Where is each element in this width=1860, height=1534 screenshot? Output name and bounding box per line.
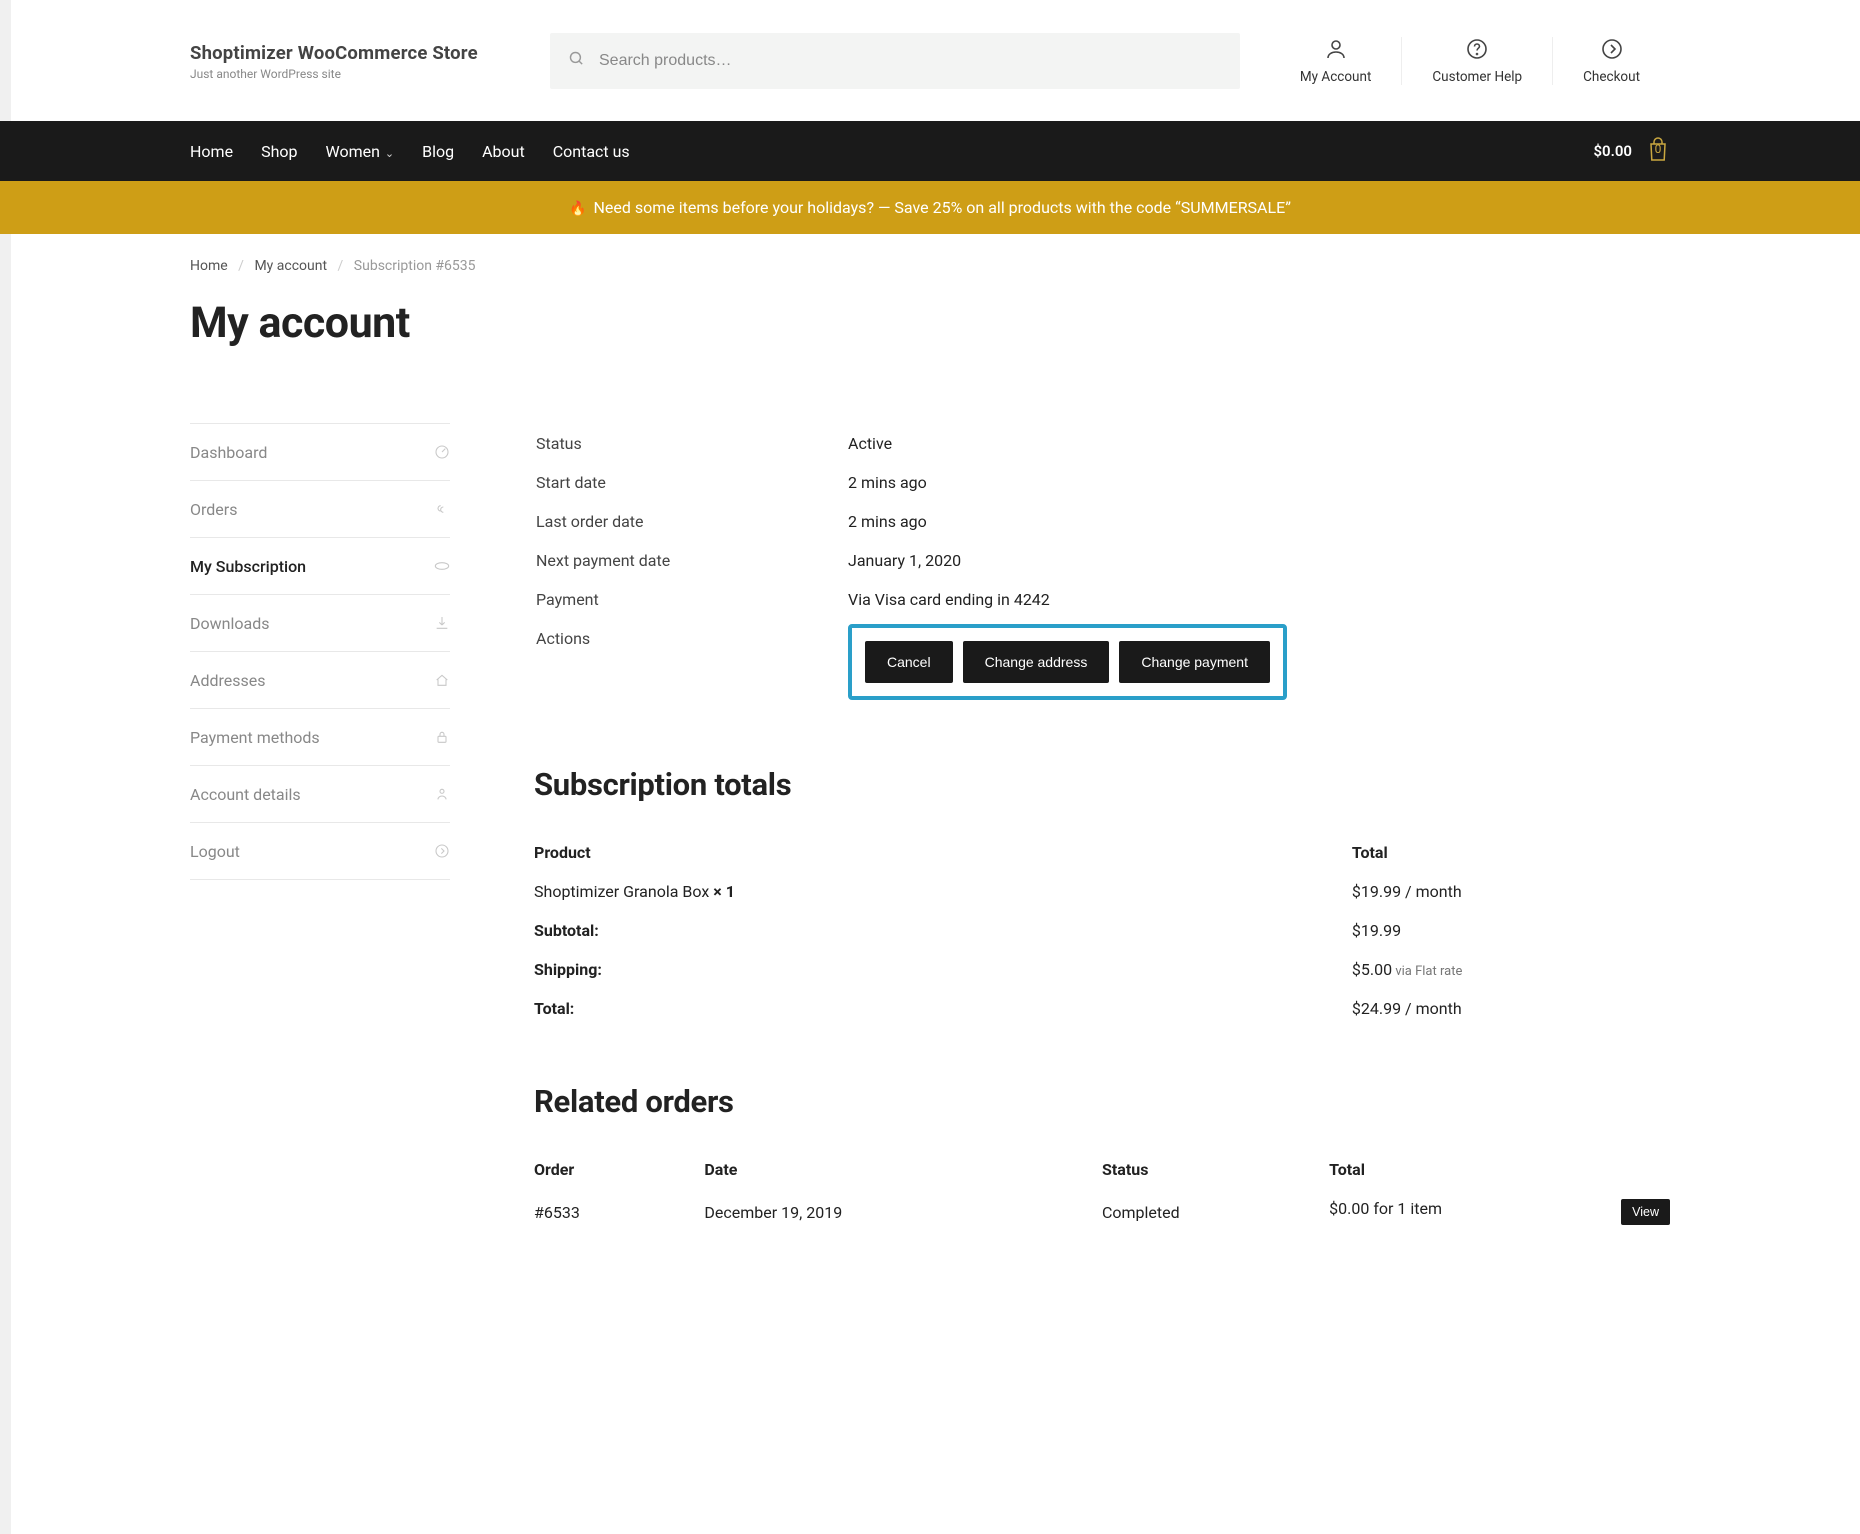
- product-price: $19.99 / month: [1352, 872, 1670, 911]
- view-order-button[interactable]: View: [1621, 1199, 1670, 1225]
- sidebar-item-logout[interactable]: Logout: [190, 823, 450, 880]
- subscription-totals-table: Product Total Shoptimizer Granola Box × …: [534, 833, 1670, 1028]
- sidebar-item-label: Downloads: [190, 614, 269, 633]
- download-icon: [434, 615, 450, 631]
- sidebar-item-label: Account details: [190, 785, 301, 804]
- nav-shop[interactable]: Shop: [261, 142, 297, 161]
- value-start: 2 mins ago: [848, 464, 1668, 501]
- sidebar-item-account-details[interactable]: Account details: [190, 766, 450, 823]
- lock-icon: [434, 729, 450, 745]
- search-form[interactable]: [550, 33, 1240, 89]
- order-row: #6533 December 19, 2019 Completed $0.00 …: [534, 1189, 1670, 1235]
- nav-about[interactable]: About: [482, 142, 525, 161]
- value-next-payment: January 1, 2020: [848, 542, 1668, 579]
- col-total: Total: [1352, 833, 1670, 872]
- user-icon: [434, 786, 450, 802]
- order-total-cell: $0.00 for 1 item View: [1329, 1189, 1670, 1235]
- label-next-payment: Next payment date: [536, 542, 846, 579]
- order-status: Completed: [1102, 1189, 1329, 1235]
- sidebar-item-addresses[interactable]: Addresses: [190, 652, 450, 709]
- col-product: Product: [534, 833, 1352, 872]
- site-branding: Shoptimizer WooCommerce Store Just anoth…: [190, 0, 520, 121]
- promo-text: Need some items before your holidays? — …: [594, 198, 1291, 217]
- change-address-button[interactable]: Change address: [963, 641, 1110, 683]
- fire-icon: [569, 198, 593, 217]
- col-order: Order: [534, 1150, 704, 1189]
- shipping-label: Shipping:: [534, 950, 1352, 989]
- related-orders-heading: Related orders: [534, 1083, 1670, 1120]
- value-last-order: 2 mins ago: [848, 503, 1668, 540]
- label-actions: Actions: [536, 620, 846, 709]
- help-icon: [1465, 46, 1489, 65]
- sidebar-item-dashboard[interactable]: Dashboard: [190, 424, 450, 481]
- col-date: Date: [704, 1150, 1102, 1189]
- user-icon: [1324, 46, 1348, 65]
- product-cell: Shoptimizer Granola Box × 1: [534, 872, 1352, 911]
- sidebar-item-label: Logout: [190, 842, 240, 861]
- shipping-value: $5.00 via Flat rate: [1352, 950, 1670, 989]
- gauge-icon: [434, 444, 450, 460]
- promo-bar: Need some items before your holidays? — …: [0, 181, 1860, 234]
- my-account-link[interactable]: My Account: [1300, 69, 1371, 85]
- sidebar-item-label: Addresses: [190, 671, 266, 690]
- nav-contact[interactable]: Contact us: [553, 142, 630, 161]
- chevron-down-icon: ⌄: [385, 147, 394, 160]
- search-input[interactable]: [599, 52, 1222, 70]
- cancel-button[interactable]: Cancel: [865, 641, 953, 683]
- order-id[interactable]: #6533: [534, 1189, 704, 1235]
- label-status: Status: [536, 425, 846, 462]
- orders-icon: [434, 501, 450, 517]
- customer-help-link[interactable]: Customer Help: [1432, 69, 1522, 85]
- subtotal-value: $19.99: [1352, 911, 1670, 950]
- col-status: Status: [1102, 1150, 1329, 1189]
- sidebar-item-orders[interactable]: Orders: [190, 481, 450, 538]
- checkout-icon: [1600, 46, 1624, 65]
- page-title: My account: [190, 298, 1670, 348]
- sidebar-item-label: Orders: [190, 500, 237, 519]
- value-payment: Via Visa card ending in 4242: [848, 581, 1668, 618]
- related-orders-table: Order Date Status Total #6533 December 1…: [534, 1150, 1670, 1235]
- sidebar-item-label: My Subscription: [190, 557, 306, 576]
- checkout-link[interactable]: Checkout: [1583, 69, 1640, 85]
- sidebar-item-downloads[interactable]: Downloads: [190, 595, 450, 652]
- label-start: Start date: [536, 464, 846, 501]
- order-date: December 19, 2019: [704, 1189, 1102, 1235]
- logout-icon: [434, 843, 450, 859]
- nav-home[interactable]: Home: [190, 142, 233, 161]
- subscription-details: Status Active Start date 2 mins ago Last…: [534, 423, 1670, 711]
- crumb-account[interactable]: My account: [254, 258, 327, 274]
- label-last-order: Last order date: [536, 503, 846, 540]
- account-nav: Dashboard Orders My Subscription Downloa…: [190, 423, 450, 880]
- loop-icon: [434, 558, 450, 574]
- nav-blog[interactable]: Blog: [422, 142, 454, 161]
- cart-count: 0: [1646, 142, 1670, 156]
- home-icon: [434, 672, 450, 688]
- cart-icon[interactable]: 0: [1646, 136, 1670, 166]
- subtotal-label: Subtotal:: [534, 911, 1352, 950]
- label-payment: Payment: [536, 581, 846, 618]
- nav-women[interactable]: Women⌄: [325, 142, 394, 161]
- crumb-home[interactable]: Home: [190, 258, 228, 274]
- total-value: $24.99 / month: [1352, 989, 1670, 1028]
- value-status: Active: [848, 425, 1668, 462]
- col-ototal: Total: [1329, 1150, 1670, 1189]
- sidebar-item-payment-methods[interactable]: Payment methods: [190, 709, 450, 766]
- breadcrumb: Home / My account / Subscription #6535: [190, 234, 1670, 298]
- site-tagline: Just another WordPress site: [190, 67, 520, 81]
- total-label: Total:: [534, 989, 1352, 1028]
- sidebar-item-subscription[interactable]: My Subscription: [190, 538, 450, 595]
- cart-total[interactable]: $0.00: [1593, 142, 1632, 160]
- primary-nav: Home Shop Women⌄ Blog About Contact us $…: [0, 121, 1860, 181]
- change-payment-button[interactable]: Change payment: [1119, 641, 1270, 683]
- subscription-totals-heading: Subscription totals: [534, 766, 1670, 803]
- order-total: $0.00 for 1 item: [1329, 1199, 1442, 1218]
- crumb-current: Subscription #6535: [354, 258, 476, 274]
- search-icon: [568, 50, 599, 71]
- sidebar-item-label: Dashboard: [190, 443, 267, 462]
- subscription-actions: Cancel Change address Change payment: [848, 624, 1287, 700]
- site-title[interactable]: Shoptimizer WooCommerce Store: [190, 42, 520, 64]
- sidebar-item-label: Payment methods: [190, 728, 320, 747]
